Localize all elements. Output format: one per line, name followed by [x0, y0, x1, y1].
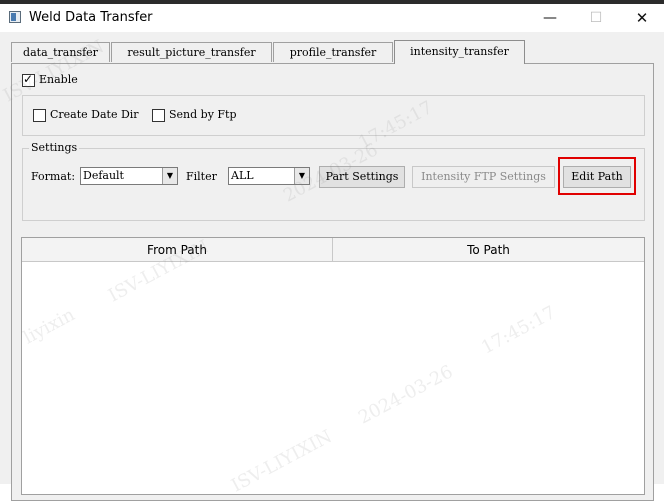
title-bar: Weld Data Transfer — ☐ ✕: [0, 4, 664, 32]
filter-select-value: ALL: [231, 169, 254, 182]
close-button[interactable]: ✕: [619, 4, 664, 32]
filter-label: Filter: [186, 170, 217, 183]
path-table[interactable]: From Path To Path: [21, 237, 645, 495]
column-header-from-path[interactable]: From Path: [22, 238, 333, 262]
send-by-ftp-label: Send by Ftp: [169, 108, 237, 121]
app-window-icon: [9, 11, 21, 23]
part-settings-button[interactable]: Part Settings: [319, 166, 405, 188]
edit-path-button[interactable]: Edit Path: [563, 166, 631, 188]
tab-profile-transfer[interactable]: profile_transfer: [273, 42, 393, 62]
filter-select[interactable]: ALL ▼: [228, 167, 310, 185]
minimize-button[interactable]: —: [527, 4, 573, 32]
column-header-to-path[interactable]: To Path: [333, 238, 644, 262]
options-group: Create Date Dir Send by Ftp: [22, 95, 645, 136]
maximize-button[interactable]: ☐: [573, 4, 619, 32]
enable-checkbox[interactable]: [22, 72, 35, 87]
settings-group: Settings Format: Default ▼ Filter ALL ▼ …: [22, 141, 645, 221]
format-select-value: Default: [83, 169, 124, 182]
chevron-down-icon[interactable]: ▼: [294, 168, 309, 184]
create-date-dir-label: Create Date Dir: [50, 108, 139, 121]
tab-result-picture-transfer[interactable]: result_picture_transfer: [111, 42, 272, 62]
send-by-ftp-checkbox[interactable]: [152, 109, 165, 122]
tab-intensity-transfer[interactable]: intensity_transfer: [394, 40, 525, 64]
create-date-dir-checkbox[interactable]: [33, 109, 46, 122]
settings-group-title: Settings: [29, 141, 80, 154]
enable-label: Enable: [39, 73, 78, 86]
format-label: Format:: [31, 170, 76, 183]
tab-panel: Enable Create Date Dir Send by Ftp Setti…: [11, 63, 654, 501]
tab-data-transfer[interactable]: data_transfer: [11, 42, 110, 62]
format-select[interactable]: Default ▼: [80, 167, 178, 185]
chevron-down-icon[interactable]: ▼: [162, 168, 177, 184]
client-area: data_transfer result_picture_transfer pr…: [0, 32, 664, 501]
intensity-ftp-settings-button[interactable]: Intensity FTP Settings: [412, 166, 555, 188]
window-title: Weld Data Transfer: [29, 10, 153, 25]
